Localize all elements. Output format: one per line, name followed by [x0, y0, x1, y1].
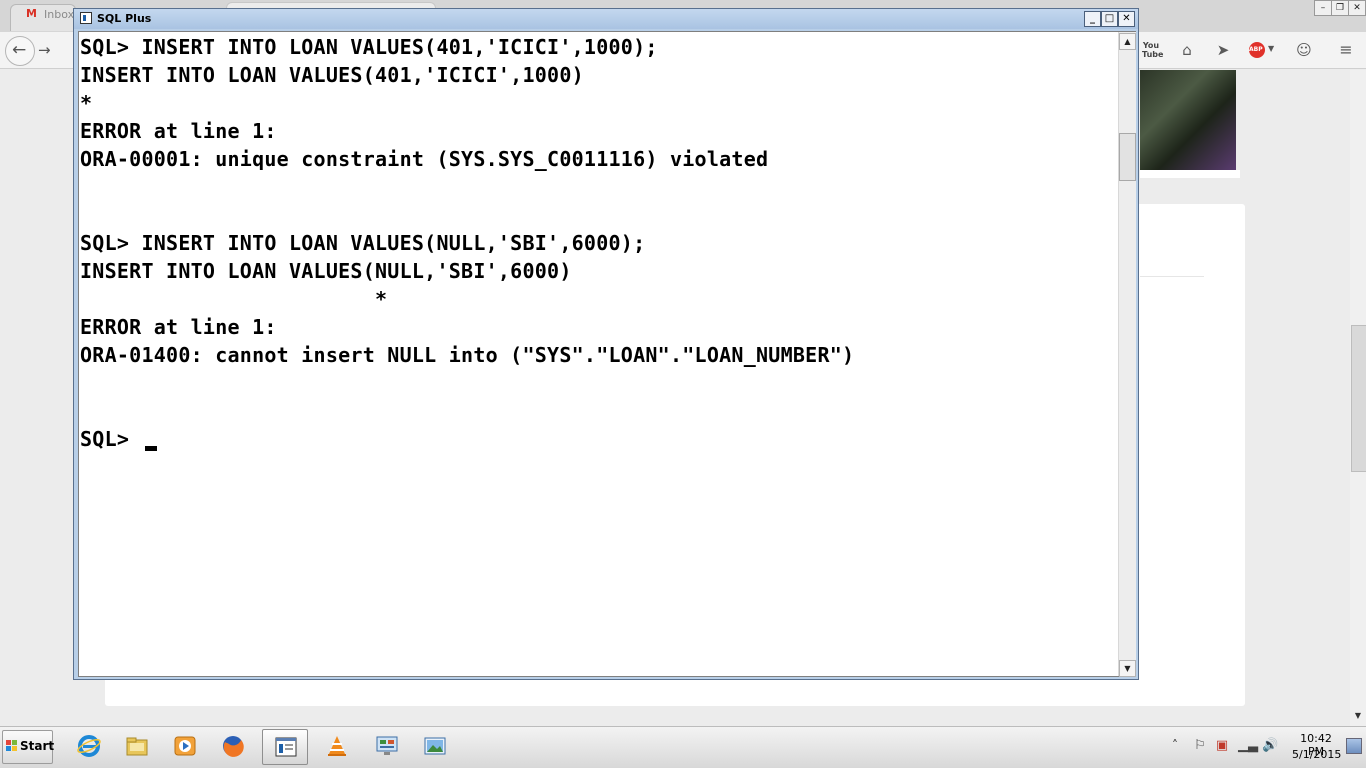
volume-icon[interactable]: 🔊: [1262, 737, 1278, 755]
page-image: [1140, 70, 1236, 170]
home-icon[interactable]: ⌂: [1178, 41, 1196, 59]
gmail-icon: M: [26, 7, 37, 20]
console-line: *: [80, 91, 93, 115]
show-desktop-button[interactable]: [1346, 738, 1362, 754]
hamburger-menu-icon[interactable]: ≡: [1337, 41, 1355, 59]
close-icon[interactable]: ✕: [1348, 0, 1366, 16]
taskbar-photo-viewer[interactable]: [412, 729, 458, 765]
youtube-icon[interactable]: You Tube: [1142, 41, 1163, 59]
action-center-flag-icon[interactable]: ⚐: [1192, 737, 1208, 755]
text-cursor: [145, 446, 157, 451]
arrow-right-icon: →: [38, 41, 51, 59]
photo-viewer-icon: [424, 737, 446, 755]
taskbar-vlc[interactable]: [314, 729, 360, 765]
sqlplus-window-controls: _ □ ✕: [1084, 11, 1136, 27]
page-card-strip: [1140, 170, 1240, 178]
internet-explorer-icon: [77, 735, 101, 757]
taskbar-media-player[interactable]: [162, 729, 208, 765]
console-prompt[interactable]: SQL>: [80, 425, 141, 453]
taskbar-firefox[interactable]: [210, 729, 256, 765]
forward-button[interactable]: →: [38, 40, 56, 60]
folder-icon: [126, 737, 148, 756]
vlc-cone-icon: [328, 736, 346, 756]
minimize-icon[interactable]: –: [1314, 0, 1332, 16]
browser-tab-title[interactable]: Inbox: [44, 8, 74, 21]
media-player-icon: [174, 736, 196, 756]
arrow-left-icon: ←: [12, 40, 27, 60]
console-line: *: [80, 287, 388, 311]
divider: [1140, 276, 1204, 277]
scroll-down-icon[interactable]: ▼: [1350, 708, 1366, 724]
back-button[interactable]: ←: [5, 36, 35, 66]
chat-icon[interactable]: ☺: [1295, 41, 1313, 59]
close-icon[interactable]: ✕: [1118, 11, 1135, 27]
security-shield-icon[interactable]: ▣: [1214, 737, 1230, 755]
taskbar-file-explorer[interactable]: [114, 729, 160, 765]
taskbar-sqlplus[interactable]: [262, 729, 308, 765]
console-line: INSERT INTO LOAN VALUES(NULL,'SBI',6000): [80, 259, 572, 283]
sqlplus-app-icon: [80, 12, 92, 24]
windows-logo-icon: [6, 740, 18, 752]
console-line: SQL> INSERT INTO LOAN VALUES(NULL,'SBI',…: [80, 231, 646, 255]
window-title: SQL Plus: [97, 12, 152, 25]
network-signal-icon[interactable]: ▁▃: [1238, 737, 1258, 755]
console-scroll-thumb[interactable]: [1119, 133, 1136, 181]
control-panel-icon: [376, 736, 398, 755]
console-line: SQL> INSERT INTO LOAN VALUES(401,'ICICI'…: [80, 35, 658, 59]
start-label[interactable]: Start: [20, 739, 54, 753]
maximize-icon[interactable]: □: [1101, 11, 1118, 27]
console-line: ERROR at line 1:: [80, 315, 277, 339]
tray-expand-icon[interactable]: ˄: [1172, 738, 1178, 752]
minimize-icon[interactable]: _: [1084, 11, 1101, 27]
sqlplus-titlebar[interactable]: [74, 9, 1138, 29]
console-line: ERROR at line 1:: [80, 119, 277, 143]
console-line: ORA-01400: cannot insert NULL into ("SYS…: [80, 343, 855, 367]
clock-date[interactable]: 5/1/2015: [1292, 748, 1341, 761]
browser-window-controls: – ❐ ✕: [1314, 0, 1366, 16]
send-icon[interactable]: ➤: [1214, 41, 1232, 59]
firefox-icon: [223, 736, 244, 757]
sqlplus-window-icon: [275, 737, 297, 757]
console-output[interactable]: SQL> INSERT INTO LOAN VALUES(401,'ICICI'…: [80, 33, 1116, 673]
adblock-plus-icon[interactable]: ABP: [1249, 42, 1265, 58]
scroll-up-icon[interactable]: ▲: [1119, 33, 1136, 50]
console-line: INSERT INTO LOAN VALUES(401,'ICICI',1000…: [80, 63, 584, 87]
taskbar-control-panel[interactable]: [364, 729, 410, 765]
chevron-down-icon[interactable]: ▼: [1268, 44, 1276, 53]
scroll-down-icon[interactable]: ▼: [1119, 660, 1136, 677]
restore-icon[interactable]: ❐: [1331, 0, 1349, 16]
console-scrollbar[interactable]: [1118, 32, 1136, 676]
browser-scroll-thumb[interactable]: [1351, 325, 1366, 472]
taskbar-internet-explorer[interactable]: [66, 729, 112, 765]
console-line: ORA-00001: unique constraint (SYS.SYS_C0…: [80, 147, 769, 171]
